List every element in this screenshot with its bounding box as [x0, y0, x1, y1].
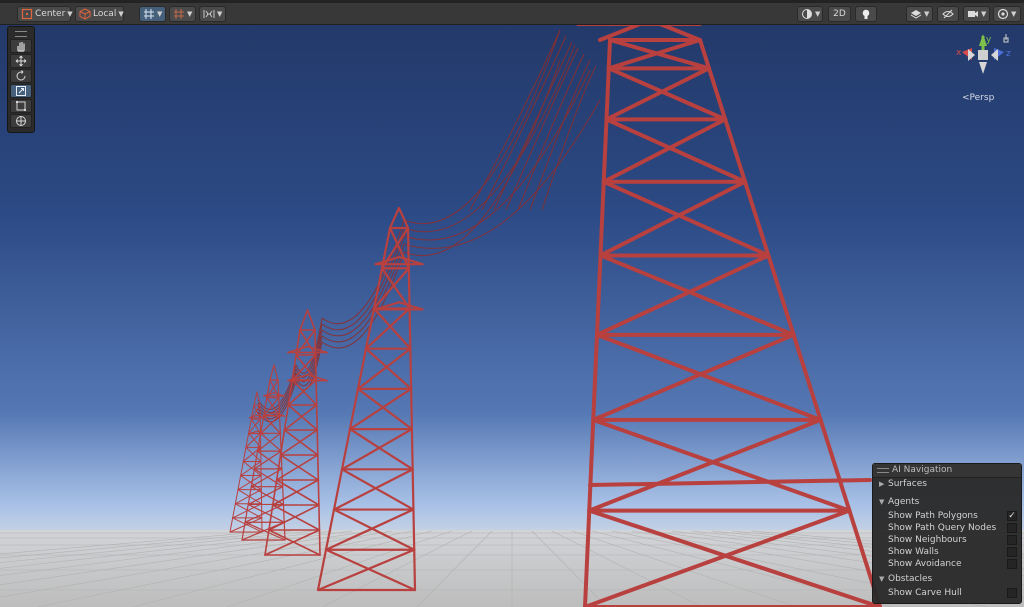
draw-mode-dropdown[interactable]: ▼: [797, 6, 823, 22]
section-agents[interactable]: ▼ Agents: [873, 496, 1021, 508]
option-show-path-query-nodes[interactable]: Show Path Query Nodes: [873, 522, 1021, 534]
scene-toolbar: Center ▼ Local ▼ ▼ ▼ ▼ ▼ 2D ▼ ▼ ▼: [0, 3, 1024, 25]
lock-icon: [1003, 34, 1009, 43]
option-checkbox[interactable]: [1007, 535, 1017, 545]
axis-z-label: z: [1006, 49, 1011, 59]
overlay-title: AI Navigation: [892, 465, 953, 475]
axis-y-label: y: [986, 35, 992, 45]
chevron-down-icon: ▼: [157, 10, 163, 18]
gizmo-globe-icon: [997, 8, 1009, 20]
layers-icon: [910, 8, 922, 20]
axis-x-label: x: [956, 48, 962, 58]
grid-increment-icon: [173, 8, 185, 20]
option-label: Show Path Polygons: [888, 511, 978, 521]
option-show-carve-hull[interactable]: Show Carve Hull: [873, 587, 1021, 599]
section-obstacles[interactable]: ▼ Obstacles: [873, 573, 1021, 585]
camera-settings-dropdown[interactable]: ▼: [963, 6, 990, 22]
pivot-space-dropdown[interactable]: Local ▼: [75, 6, 124, 22]
tools-overlay: [7, 26, 35, 133]
snap-align-icon: [203, 8, 215, 20]
increment-snap-toggle[interactable]: ▼: [169, 6, 196, 22]
option-checkbox[interactable]: ✓: [1007, 511, 1017, 521]
effects-dropdown[interactable]: ▼: [906, 6, 933, 22]
scene-viewport[interactable]: [0, 0, 1024, 607]
transform-icon: [15, 112, 27, 131]
grid-snap-icon: [143, 8, 155, 20]
align-snap-toggle[interactable]: ▼: [199, 6, 226, 22]
chevron-down-icon: ▼: [187, 10, 193, 18]
expand-arrow-icon: ▶: [879, 480, 885, 488]
ai-navigation-overlay: AI Navigation ▶ Surfaces ▼ Agents Show P…: [872, 463, 1022, 604]
option-show-neighbours[interactable]: Show Neighbours: [873, 534, 1021, 546]
cube-icon: [79, 8, 91, 20]
section-surfaces[interactable]: ▶ Surfaces: [873, 478, 1021, 490]
grid-snap-toggle[interactable]: ▼: [139, 6, 166, 22]
pivot-mode-label: Center: [35, 9, 66, 19]
option-show-path-polygons[interactable]: Show Path Polygons ✓: [873, 510, 1021, 522]
chevron-down-icon: ▼: [1011, 10, 1017, 18]
chevron-down-icon: ▼: [67, 10, 73, 18]
scene-render: [0, 0, 1024, 607]
pivot-center-icon: [21, 8, 33, 20]
option-label: Show Path Query Nodes: [888, 523, 997, 533]
chevron-down-icon: ▼: [981, 10, 987, 18]
option-show-walls[interactable]: Show Walls: [873, 546, 1021, 558]
collapse-arrow-icon: ▼: [879, 575, 885, 583]
pivot-space-label: Local: [93, 9, 117, 19]
overlay-header[interactable]: AI Navigation: [873, 464, 1021, 478]
option-label: Show Carve Hull: [888, 588, 962, 598]
chevron-down-icon: ▼: [924, 10, 930, 18]
mode-2d-label: 2D: [833, 9, 846, 19]
option-label: Show Neighbours: [888, 535, 967, 545]
option-show-avoidance[interactable]: Show Avoidance: [873, 558, 1021, 570]
option-checkbox[interactable]: [1007, 588, 1017, 598]
option-checkbox[interactable]: [1007, 559, 1017, 569]
option-label: Show Avoidance: [888, 559, 962, 569]
section-label: Agents: [888, 497, 920, 507]
collapse-arrow-icon: ▼: [879, 498, 885, 506]
lightbulb-icon: [860, 8, 872, 20]
chevron-down-icon: ▼: [815, 10, 821, 18]
shading-icon: [801, 8, 813, 20]
option-checkbox[interactable]: [1007, 547, 1017, 557]
projection-toggle[interactable]: <Persp: [962, 93, 994, 103]
mode-2d-toggle[interactable]: 2D: [828, 6, 851, 22]
camera-icon: [967, 8, 979, 20]
eye-hidden-icon: [942, 8, 954, 20]
gizmos-dropdown[interactable]: ▼: [993, 6, 1021, 22]
pivot-mode-dropdown[interactable]: Center ▼: [17, 6, 73, 22]
scene-visibility-toggle[interactable]: [937, 6, 959, 22]
chevron-down-icon: ▼: [118, 10, 124, 18]
drag-handle-icon: [877, 468, 889, 473]
option-label: Show Walls: [888, 547, 939, 557]
transform-tool-button[interactable]: [10, 114, 32, 128]
section-label: Surfaces: [888, 479, 927, 489]
chevron-down-icon: ▼: [217, 10, 223, 18]
lighting-toggle[interactable]: [855, 6, 877, 22]
section-label: Obstacles: [888, 574, 933, 584]
option-checkbox[interactable]: [1007, 523, 1017, 533]
